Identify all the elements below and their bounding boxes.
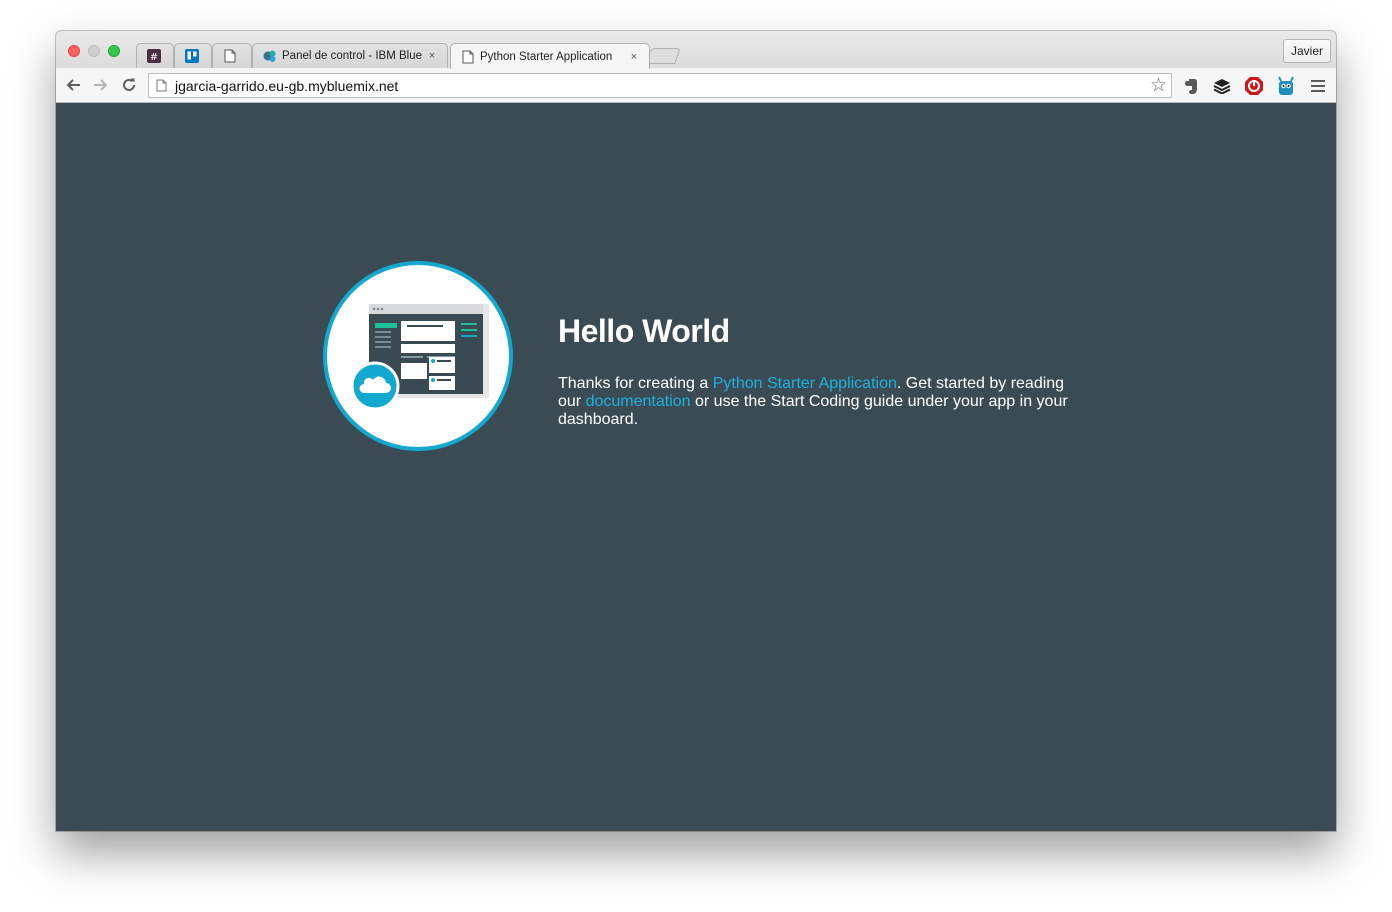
trello-icon: [185, 49, 199, 63]
maximize-window-button[interactable]: [108, 45, 120, 57]
documentation-link[interactable]: documentation: [586, 393, 691, 410]
buffer-icon[interactable]: [1211, 75, 1233, 97]
page-icon: [156, 79, 167, 97]
minimize-window-button[interactable]: [88, 45, 100, 57]
slack-icon: #: [147, 49, 161, 63]
browser-toolbar: jgarcia-garrido.eu-gb.mybluemix.net ☆: [56, 68, 1336, 103]
page-title: Hello World: [558, 313, 730, 349]
close-tab-icon[interactable]: ×: [627, 51, 641, 63]
address-bar[interactable]: jgarcia-garrido.eu-gb.mybluemix.net ☆: [148, 73, 1172, 98]
arrow-left-icon: [66, 79, 80, 91]
back-button[interactable]: [63, 75, 83, 95]
tab-trello[interactable]: [174, 43, 212, 68]
arrow-right-icon: [94, 79, 108, 91]
svg-text:#: #: [150, 52, 158, 63]
python-starter-link[interactable]: Python Starter Application: [713, 375, 897, 392]
tab-title: Panel de control - IBM Blue: [282, 50, 422, 62]
page-icon: [223, 49, 237, 63]
tab-slack[interactable]: #: [136, 43, 174, 68]
close-window-button[interactable]: [68, 45, 80, 57]
browser-window: # Panel de control - IBM Blue × Python S…: [56, 31, 1336, 831]
reload-button[interactable]: [119, 75, 139, 95]
evernote-icon[interactable]: [1180, 75, 1202, 97]
page-content: Hello World Thanks for creating a Python…: [56, 103, 1336, 831]
close-tab-icon[interactable]: ×: [425, 50, 439, 62]
adblock-icon[interactable]: [1243, 75, 1265, 97]
url-text[interactable]: jgarcia-garrido.eu-gb.mybluemix.net: [175, 78, 398, 94]
tab-title: Python Starter Application: [480, 50, 613, 63]
tab-panel-de-control[interactable]: Panel de control - IBM Blue ×: [252, 43, 448, 68]
new-tab-button[interactable]: [645, 48, 681, 64]
extension-robot-icon[interactable]: [1275, 75, 1297, 97]
intro-paragraph: Thanks for creating a Python Starter App…: [558, 375, 1078, 429]
page-icon: [461, 50, 475, 64]
profile-button[interactable]: Javier: [1282, 39, 1331, 63]
tab-python-starter[interactable]: Python Starter Application ×: [450, 43, 650, 69]
intro-text: Thanks for creating a: [558, 375, 713, 392]
bookmark-star-icon[interactable]: ☆: [1150, 76, 1167, 95]
hamburger-icon[interactable]: [1307, 75, 1329, 97]
cloud-dashboard-icon: [323, 261, 513, 451]
tab-blank[interactable]: [212, 43, 252, 68]
tab-strip: # Panel de control - IBM Blue × Python S…: [56, 31, 1336, 69]
reload-icon: [123, 78, 135, 91]
forward-button[interactable]: [91, 75, 111, 95]
bluemix-icon: [263, 49, 277, 63]
